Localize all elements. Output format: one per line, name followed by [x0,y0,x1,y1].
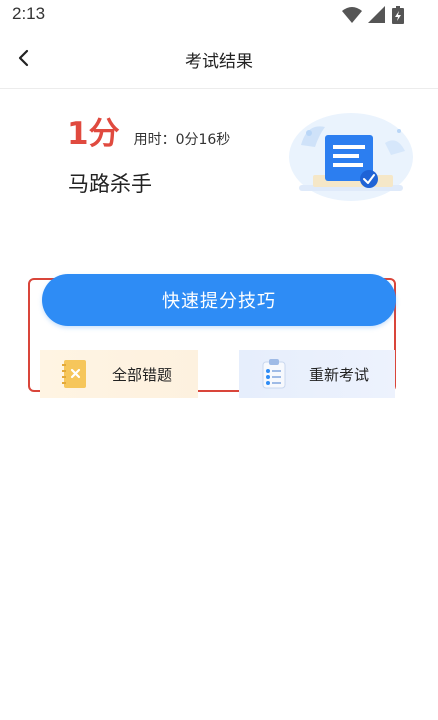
status-icons [342,6,412,24]
all-wrong-questions-label: 全部错题 [112,366,173,384]
retake-exam-button[interactable]: 重新考试 [239,350,395,398]
score-value: 1分 [67,116,120,152]
retake-exam-label: 重新考试 [309,366,370,384]
wrong-questions-notebook-icon [62,360,86,388]
time-label: 用时： [133,132,176,148]
page-title: 考试结果 [185,52,253,72]
clipboard-list-icon [262,359,286,389]
signal-icon [368,6,385,23]
all-wrong-questions-button[interactable]: 全部错题 [40,350,198,398]
status-bar: 2:13 [0,0,438,30]
status-time: 2:13 [12,4,46,23]
exam-document-check-icon [285,105,417,205]
wifi-icon [342,7,362,23]
quick-improve-tips-button[interactable]: 快速提分技巧 [42,274,396,326]
score-summary: 1分 用时： 0分16秒 [67,108,230,158]
battery-icon [392,6,404,24]
rank-title: 马路杀手 [68,172,152,196]
nav-bar: 考试结果 [0,30,438,89]
time-value: 0分16秒 [175,132,231,148]
